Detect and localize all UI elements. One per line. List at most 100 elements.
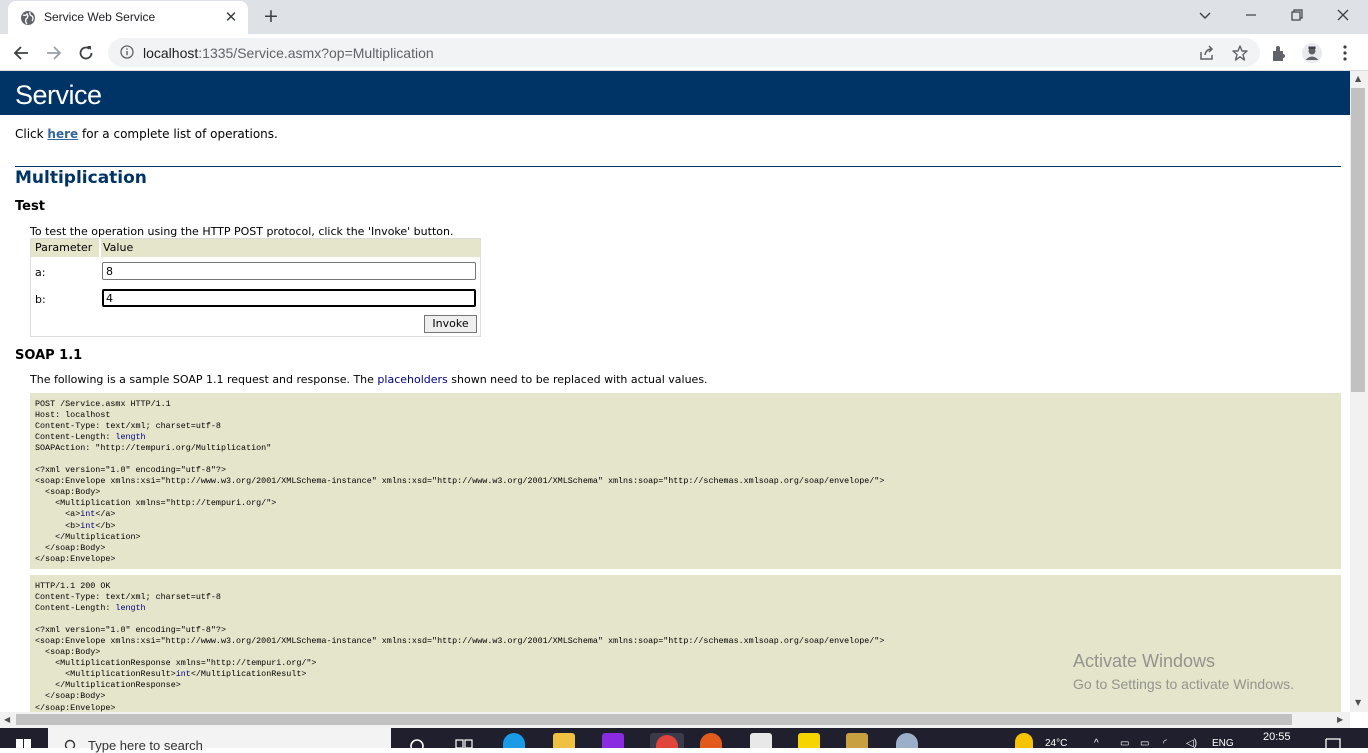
taskbar-search-box[interactable]: Type here to search (48, 728, 391, 753)
test-heading: Test (15, 199, 45, 214)
code-text: <?xml version="1.0" encoding="utf-8"?> (35, 625, 226, 636)
placeholder-token: length (115, 603, 146, 614)
close-icon (1337, 9, 1349, 21)
param-b-label: b: (35, 293, 46, 306)
restore-icon (1291, 9, 1303, 21)
minimize-button[interactable] (1228, 0, 1274, 30)
reload-button[interactable] (73, 40, 99, 66)
app-icon-orange[interactable] (700, 733, 722, 748)
code-text: </soap:Body> (35, 542, 106, 553)
header-divider (99, 239, 101, 257)
share-icon[interactable] (1198, 44, 1216, 62)
tab-search-button[interactable] (1182, 0, 1228, 30)
code-line: <Multiplication xmlns="http://tempuri.or… (35, 498, 1336, 509)
scroll-down-icon[interactable]: ▼ (1355, 698, 1361, 707)
weather-icon[interactable] (1015, 733, 1033, 748)
activate-windows-subtitle: Go to Settings to activate Windows. (1073, 676, 1294, 692)
code-line: </soap:Body> (35, 691, 1336, 702)
tab-title: Service Web Service (44, 10, 156, 24)
notification-icon[interactable] (1325, 738, 1341, 748)
code-text: <soap:Envelope xmlns:xsi="http://www.w3.… (35, 476, 885, 487)
scroll-right-icon[interactable]: ▶ (1337, 715, 1343, 724)
placeholders-text: placeholders (377, 373, 448, 386)
language-indicator[interactable]: ENG (1212, 738, 1234, 749)
form-header: Parameter Value (31, 239, 480, 257)
address-bar[interactable]: localhost:1335/Service.asmx?op=Multiplic… (108, 38, 1260, 67)
code-text: </a> (95, 509, 116, 520)
info-icon[interactable] (120, 45, 134, 59)
tray-chevron-up-icon[interactable]: ^ (1094, 738, 1099, 749)
document-app-icon[interactable] (750, 733, 772, 748)
placeholder-token: int (80, 520, 96, 531)
scroll-up-icon[interactable]: ▲ (1355, 74, 1361, 83)
new-tab-button[interactable]: + (260, 5, 282, 27)
vertical-scroll-thumb[interactable] (1351, 88, 1365, 392)
code-text: </soap:Envelope> (35, 553, 116, 564)
menu-kebab-icon[interactable] (1334, 42, 1356, 64)
profile-avatar-icon[interactable] (1301, 42, 1323, 64)
service-banner: Service (0, 71, 1350, 115)
param-b-input[interactable] (102, 289, 476, 307)
code-text: <a> (35, 509, 81, 520)
globe-icon (21, 11, 35, 25)
monitor-icon[interactable]: ▭ (1140, 738, 1149, 749)
volume-icon[interactable]: ◁) (1186, 738, 1197, 749)
visual-studio-icon[interactable] (602, 733, 624, 748)
code-line: SOAPAction: "http://tempuri.org/Multipli… (35, 443, 1336, 454)
code-text: </soap:Body> (35, 691, 106, 702)
chrome-app-icon[interactable] (650, 733, 684, 748)
chrome-logo-icon (656, 735, 678, 748)
intro-text: Click here for a complete list of operat… (15, 127, 278, 141)
forward-button[interactable] (41, 40, 67, 66)
code-text: </Multiplication> (35, 531, 141, 542)
code-text: HTTP/1.1 200 OK (35, 581, 111, 591)
cortana-icon[interactable] (409, 738, 425, 748)
placeholder-token: int (175, 669, 191, 680)
horizontal-scroll-thumb[interactable] (16, 714, 1292, 725)
app-icon-tools[interactable] (846, 733, 868, 748)
sticky-notes-icon[interactable] (798, 733, 820, 748)
operations-list-link[interactable]: here (47, 127, 78, 141)
tab-close-icon[interactable]: ✕ (222, 8, 240, 26)
test-instructions: To test the operation using the HTTP POS… (30, 225, 454, 238)
code-line: </soap:Envelope> (35, 703, 1336, 712)
minimize-icon (1246, 14, 1256, 16)
code-text: <soap:Body> (35, 647, 101, 658)
code-text: Content-Type: text/xml; charset=utf-8 (35, 592, 221, 603)
windows-start-icon[interactable] (16, 739, 32, 748)
code-text: Content-Length: (35, 432, 116, 443)
code-text: SOAPAction: "http://tempuri.org/Multipli… (35, 443, 272, 454)
file-explorer-icon[interactable] (553, 733, 575, 748)
code-line: Content-Length: length (35, 603, 1336, 614)
extensions-icon[interactable] (1269, 42, 1291, 64)
weather-temp[interactable]: 24°C (1045, 738, 1067, 749)
reload-icon (79, 46, 93, 60)
restore-button[interactable] (1274, 0, 1320, 30)
url-text[interactable]: localhost:1335/Service.asmx?op=Multiplic… (143, 45, 434, 61)
taskbar-clock[interactable]: 20:55 (1263, 731, 1291, 743)
placeholder-token: int (80, 509, 96, 520)
close-window-button[interactable] (1320, 0, 1366, 30)
back-button[interactable] (8, 40, 34, 66)
invoke-button[interactable]: Invoke (424, 315, 477, 333)
network-icon[interactable]: ▭ (1120, 738, 1129, 749)
scroll-left-icon[interactable]: ◀ (4, 715, 10, 724)
browser-toolbar: localhost:1335/Service.asmx?op=Multiplic… (0, 34, 1368, 71)
bookmark-star-icon[interactable] (1231, 44, 1249, 62)
wifi-icon[interactable]: ◜ (1163, 738, 1167, 749)
code-line: Host: localhost (35, 410, 1336, 421)
code-text: </b> (95, 520, 116, 531)
edge-app-icon[interactable] (503, 733, 525, 748)
code-line: Content-Type: text/xml; charset=utf-8 (35, 421, 1336, 432)
app-icon-paint[interactable] (896, 733, 918, 748)
code-line: </Multiplication> (35, 532, 1336, 543)
param-a-input[interactable] (102, 262, 476, 280)
code-line: <?xml version="1.0" encoding="utf-8"?> (35, 625, 1336, 636)
search-placeholder: Type here to search (88, 738, 203, 753)
soap-request-sample: POST /Service.asmx HTTP/1.1 Host: localho… (30, 393, 1341, 569)
browser-tab[interactable]: Service Web Service ✕ (8, 1, 248, 34)
task-view-icon[interactable] (455, 738, 473, 748)
code-line: Content-Type: text/xml; charset=utf-8 (35, 592, 1336, 603)
code-text: </MultiplicationResult> (190, 669, 307, 680)
